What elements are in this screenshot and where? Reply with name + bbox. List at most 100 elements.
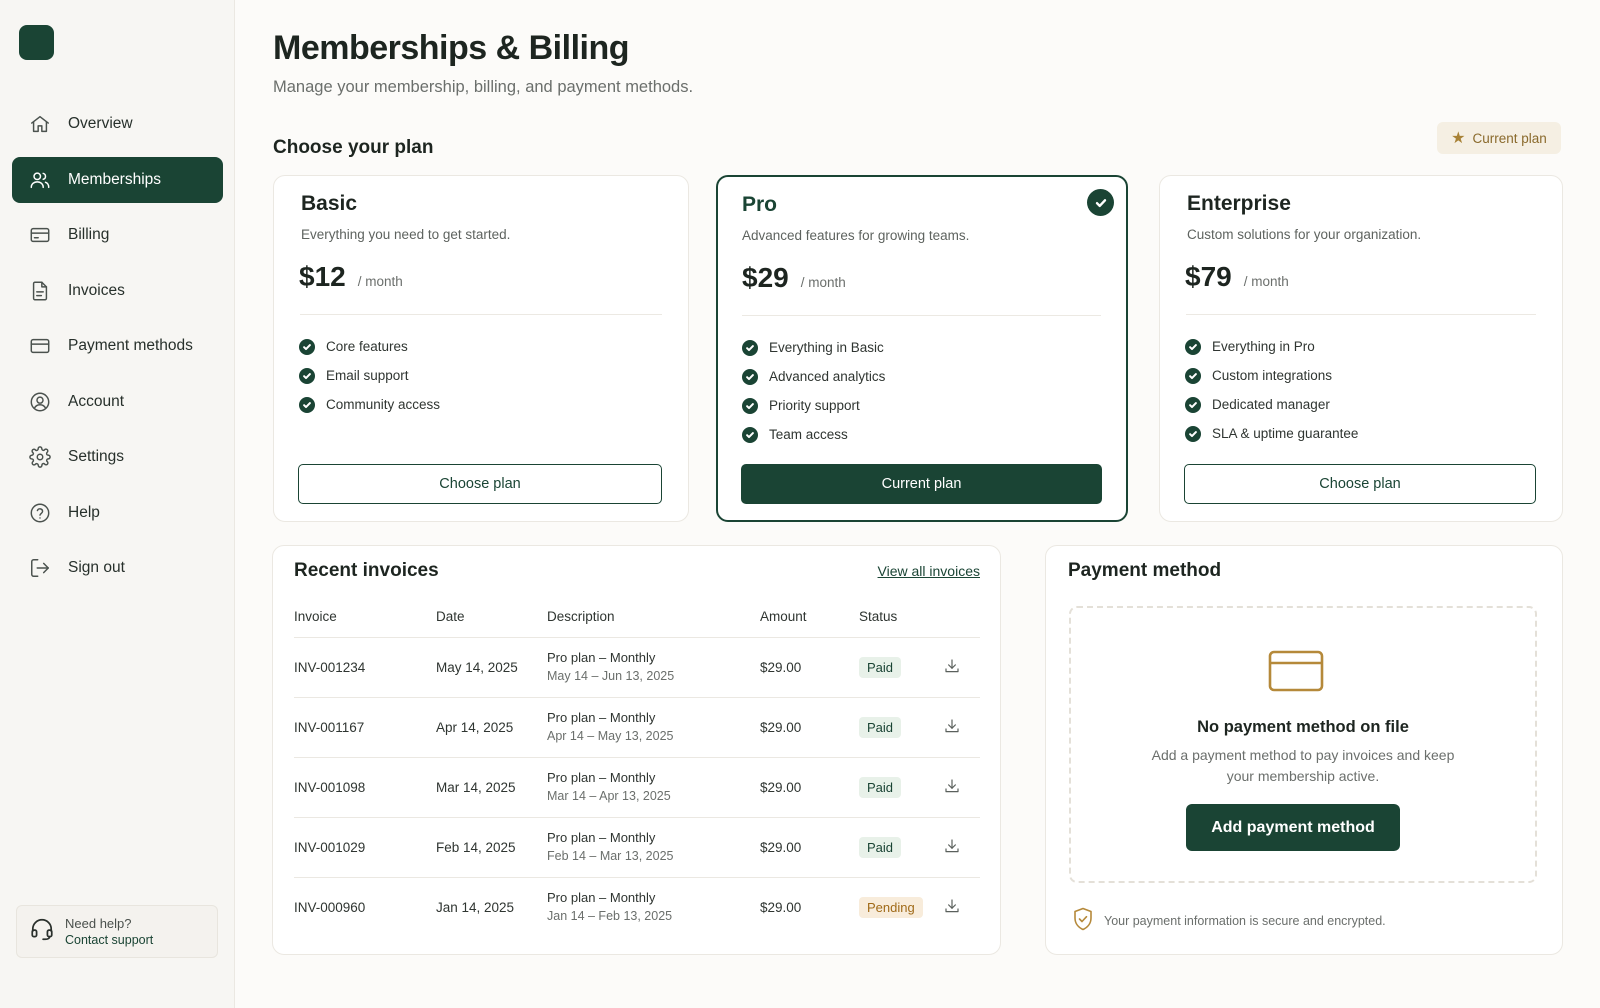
invoice-date: Apr 14, 2025 (436, 697, 547, 758)
plan-feature: Advanced analytics (742, 362, 885, 391)
plan-price-amount: $29 (742, 262, 789, 293)
download-button[interactable] (943, 697, 980, 758)
plan-feature-label: Priority support (769, 398, 860, 413)
help-card[interactable]: Need help? Contact support (16, 905, 218, 958)
invoice-description: Pro plan – Monthly Feb 14 – Mar 13, 2025 (547, 817, 760, 878)
download-icon[interactable] (943, 778, 961, 798)
selected-check-icon (1087, 189, 1114, 216)
invoice-desc-title: Pro plan – Monthly (547, 710, 656, 725)
plan-feature: Team access (742, 420, 885, 449)
invoice-date: May 14, 2025 (436, 637, 547, 698)
invoice-amount: $29.00 (760, 697, 859, 758)
column-header: Status (859, 597, 943, 638)
plan-price-period: / month (800, 275, 846, 290)
sidebar-item-invoices[interactable]: Invoices (12, 268, 223, 314)
sidebar-item-billing[interactable]: Billing (12, 212, 223, 258)
sidebar-item-settings[interactable]: Settings (12, 434, 223, 480)
download-button[interactable] (943, 757, 980, 818)
status-badge: Pending (859, 896, 923, 918)
invoices-table: Invoice Date Description Amount Status I… (294, 597, 980, 937)
plan-feature: Dedicated manager (1185, 390, 1358, 419)
plan-feature: Custom integrations (1185, 361, 1358, 390)
sidebar-item-label: Overview (68, 115, 133, 132)
check-icon (742, 397, 758, 414)
check-icon (299, 396, 315, 413)
check-icon (1185, 425, 1201, 442)
sidebar-item-label: Sign out (68, 559, 125, 576)
plan-price: $79 / month (1185, 261, 1289, 293)
sidebar-item-memberships[interactable]: Memberships (12, 156, 223, 203)
status-badge: Paid (859, 656, 902, 678)
invoice-desc-period: May 14 – Jun 13, 2025 (547, 669, 675, 683)
invoice-id: INV-001167 (294, 697, 436, 758)
table-row[interactable]: INV-001029 Feb 14, 2025 Pro plan – Month… (294, 817, 980, 878)
column-header: Description (547, 597, 760, 638)
table-row[interactable]: INV-001098 Mar 14, 2025 Pro plan – Month… (294, 757, 980, 818)
download-icon[interactable] (943, 718, 961, 738)
choose-plan-basic-button[interactable]: Choose plan (298, 464, 662, 504)
download-icon[interactable] (943, 838, 961, 858)
check-icon (742, 368, 758, 385)
sidebar-item-label: Account (68, 392, 125, 410)
sidebar-item-sign-out[interactable]: Sign out (12, 545, 223, 591)
current-plan-button[interactable]: Current plan (741, 464, 1102, 504)
table-row[interactable]: INV-000960 Jan 14, 2025 Pro plan – Month… (294, 877, 980, 937)
invoice-description: Pro plan – Monthly Jan 14 – Feb 13, 2025 (547, 877, 760, 937)
app-logo[interactable] (19, 25, 54, 60)
credit-card-icon (1267, 648, 1325, 699)
check-icon (299, 367, 315, 384)
plan-price: $12 / month (299, 261, 403, 293)
table-row[interactable]: INV-001167 Apr 14, 2025 Pro plan – Month… (294, 697, 980, 758)
divider (300, 314, 662, 315)
invoice-status: Paid (859, 697, 943, 758)
invoice-description: Pro plan – Monthly Apr 14 – May 13, 2025 (547, 697, 760, 758)
security-note-text: Your payment information is secure and e… (1104, 913, 1386, 928)
sidebar-item-help[interactable]: Help (12, 490, 223, 536)
invoice-desc-title: Pro plan – Monthly (547, 650, 656, 665)
plan-card-enterprise: Enterprise Custom solutions for your org… (1159, 175, 1563, 522)
plan-description: Everything you need to get started. (301, 227, 511, 242)
download-icon[interactable] (943, 658, 961, 678)
plan-feature-label: Team access (769, 427, 848, 442)
status-badge: Paid (859, 716, 902, 738)
sidebar-item-account[interactable]: Account (12, 379, 223, 425)
invoice-desc-period: Mar 14 – Apr 13, 2025 (547, 789, 671, 803)
contact-support-link[interactable]: Contact support (65, 932, 153, 949)
plan-price-period: / month (1243, 274, 1289, 289)
invoice-status: Paid (859, 817, 943, 878)
page-subtitle: Manage your membership, billing, and pay… (273, 78, 694, 96)
check-icon (1185, 396, 1201, 413)
sidebar-item-payment-methods[interactable]: Payment methods (12, 323, 223, 369)
invoice-description: Pro plan – Monthly Mar 14 – Apr 13, 2025 (547, 757, 760, 818)
invoice-status: Paid (859, 757, 943, 818)
invoice-amount: $29.00 (760, 637, 859, 698)
invoice-desc-period: Jan 14 – Feb 13, 2025 (547, 909, 673, 924)
empty-state-title: No payment method on file (1197, 718, 1409, 736)
sidebar-item-label: Invoices (68, 281, 125, 299)
download-button[interactable] (943, 817, 980, 878)
status-badge: Paid (859, 836, 902, 858)
add-payment-method-button[interactable]: Add payment method (1186, 804, 1400, 851)
sidebar-item-label: Billing (68, 226, 110, 243)
payment-method-card: Payment method No payment method on file… (1045, 545, 1563, 955)
headset-icon (29, 916, 65, 947)
plan-feature-label: SLA & uptime guarantee (1212, 426, 1359, 441)
sign-out-icon (29, 557, 51, 579)
plan-features: Everything in Basic Advanced analytics P… (742, 333, 885, 449)
sidebar-item-label: Memberships (68, 170, 162, 188)
sidebar-item-label: Payment methods (68, 337, 193, 354)
sidebar-item-overview[interactable]: Overview (12, 101, 223, 147)
gear-icon (29, 446, 51, 468)
download-button[interactable] (943, 637, 980, 698)
view-all-invoices-link[interactable]: View all invoices (878, 563, 980, 579)
check-icon (299, 338, 315, 355)
recent-invoices-card: Recent invoices View all invoices Invoic… (272, 545, 1001, 955)
choose-plan-enterprise-button[interactable]: Choose plan (1184, 464, 1536, 504)
table-row[interactable]: INV-001234 May 14, 2025 Pro plan – Month… (294, 637, 980, 698)
shield-check-icon (1071, 906, 1104, 935)
invoice-status: Paid (859, 637, 943, 698)
download-button[interactable] (943, 877, 980, 937)
plan-price: $29 / month (742, 262, 846, 294)
download-icon[interactable] (943, 899, 961, 918)
home-icon (29, 113, 51, 135)
